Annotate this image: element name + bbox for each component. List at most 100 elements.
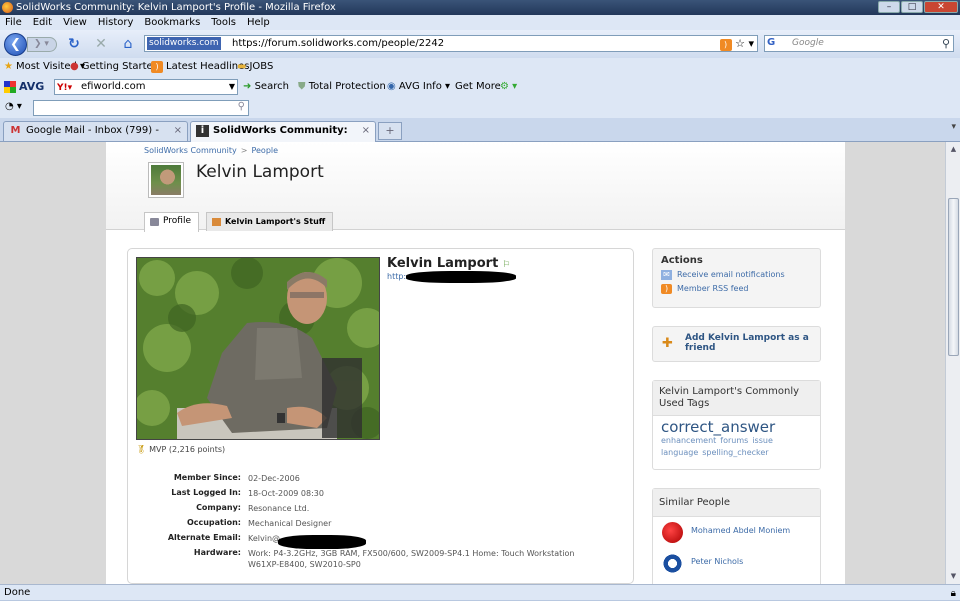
bookmark-jobs[interactable]: ▬ JOBS — [237, 58, 273, 76]
window-titlebar: SolidWorks Community: Kelvin Lamport's P… — [0, 0, 960, 15]
status-icon: ⚐ — [502, 260, 511, 270]
stop-icon[interactable]: ✕ — [93, 36, 109, 52]
arrow-icon: ➜ — [243, 81, 252, 92]
avatar — [148, 162, 184, 198]
tag-link[interactable]: forums — [720, 436, 748, 445]
medal-icon: 🏅︎ — [136, 445, 147, 454]
close-button[interactable]: ✕ — [924, 1, 958, 13]
scroll-down-icon[interactable]: ▼ — [947, 570, 960, 583]
menu-tools[interactable]: Tools — [211, 17, 236, 28]
new-tab-button[interactable]: + — [378, 122, 402, 140]
avg-logo-icon — [4, 81, 16, 93]
yahoo-icon: Y!▾ — [57, 83, 73, 93]
menu-bookmarks[interactable]: Bookmarks — [144, 17, 200, 28]
bookmark-latest-headlines[interactable]: ) Latest Headlines — [151, 58, 250, 76]
profile-header: SolidWorks Community > People Kelvin Lampo… — [106, 142, 845, 232]
list-item[interactable]: Peter Nichols — [653, 548, 820, 579]
tag-link[interactable]: issue — [752, 436, 773, 445]
tag-link[interactable]: correct_answer — [661, 420, 812, 435]
breadcrumb-people[interactable]: People — [251, 146, 278, 155]
search-placeholder: Google — [792, 38, 824, 48]
bookmark-star-icon[interactable]: ☆ — [735, 37, 745, 50]
member-rss-link[interactable]: ) Member RSS feed — [653, 282, 820, 296]
reload-icon[interactable]: ↻ — [66, 36, 82, 52]
menu-file[interactable]: File — [5, 17, 22, 28]
back-button[interactable]: ❮ — [4, 33, 27, 56]
url-bar[interactable]: solidworks.com https://forum.solidworks.… — [144, 35, 758, 52]
email-notifications-link[interactable]: ✉ Receive email notifications — [653, 268, 820, 282]
avg-search-button[interactable]: ➜ Search — [243, 76, 289, 98]
avg-info-menu[interactable]: ◉ AVG Info ▾ — [387, 76, 450, 98]
site-identity-button[interactable]: solidworks.com — [147, 37, 222, 50]
detail-row: Occupation: Mechanical Designer — [186, 518, 332, 528]
scroll-up-icon[interactable]: ▲ — [947, 143, 960, 156]
avg-search-combo[interactable]: Y!▾ efiworld.com ▼ — [54, 79, 238, 95]
dropdown-arrow-icon[interactable]: ▾ — [748, 37, 754, 50]
close-tab-icon[interactable]: × — [174, 122, 182, 140]
tab-gmail[interactable]: M Google Mail - Inbox (799) - derekwe...… — [3, 121, 188, 154]
rss-icon: ) — [151, 61, 163, 73]
avg-combo-value[interactable]: efiworld.com — [81, 81, 146, 92]
secondary-search-input[interactable]: ⚲ — [33, 100, 249, 116]
detail-row: Company: Resonance Ltd. — [196, 503, 310, 513]
menu-view[interactable]: View — [63, 17, 87, 28]
minimize-button[interactable]: – — [878, 1, 900, 13]
profile-details: Member Since: 02-Dec-2006 Last Logged In:… — [136, 473, 616, 578]
profile-url[interactable]: http: — [387, 272, 406, 281]
add-friend-link[interactable]: ✚ Add Kelvin Lamport as a friend — [653, 327, 820, 359]
avg-extra-icon[interactable]: ⚙ ▾ — [500, 76, 517, 98]
web-content: SolidWorks Community > People Kelvin Lampo… — [0, 142, 945, 584]
rss-icon: ) — [661, 284, 672, 294]
home-icon[interactable]: ⌂ — [120, 36, 136, 52]
menu-history[interactable]: History — [98, 17, 134, 28]
tab-profile[interactable]: Profile — [144, 212, 199, 232]
search-engine-icon[interactable]: G — [767, 37, 775, 48]
shield-icon: ⛊ — [298, 81, 306, 92]
info-icon: ◉ — [387, 81, 396, 92]
avg-total-protection[interactable]: ⛊ Total Protection — [298, 76, 386, 98]
tag-link[interactable]: language — [661, 448, 698, 457]
page-title: Kelvin Lamport — [196, 162, 324, 182]
avg-brand[interactable]: AVG — [19, 76, 44, 98]
vertical-scrollbar[interactable]: ▲ ▼ — [945, 142, 960, 584]
tab-solidworks[interactable]: i SolidWorks Community: Kelvin La... × — [190, 121, 376, 154]
forward-button[interactable]: ❯ ▾ — [27, 37, 57, 52]
firefox-icon: ● — [70, 61, 79, 72]
actions-box: Actions ✉ Receive email notifications ) Me… — [652, 248, 821, 308]
breadcrumb: SolidWorks Community > People — [144, 146, 279, 155]
toolbar-logo-icon[interactable]: ◔ ▾ — [5, 101, 22, 112]
chevron-down-icon[interactable]: ▼ — [229, 80, 235, 94]
avg-get-more[interactable]: Get More — [455, 76, 501, 98]
redaction-mark — [406, 271, 516, 283]
menu-edit[interactable]: Edit — [33, 17, 52, 28]
close-tab-icon[interactable]: × — [362, 122, 370, 140]
tag-link[interactable]: enhancement — [661, 436, 716, 445]
stuff-icon — [212, 218, 221, 226]
firefox-icon — [2, 2, 13, 13]
scroll-thumb[interactable] — [948, 198, 959, 356]
breadcrumb-community[interactable]: SolidWorks Community — [144, 146, 237, 155]
star-icon: ★ — [4, 61, 13, 72]
bookmark-getting-started[interactable]: ● Getting Started — [70, 58, 159, 76]
menu-help[interactable]: Help — [247, 17, 270, 28]
search-icon[interactable]: ⚲ — [942, 37, 950, 50]
tab-stuff[interactable]: Kelvin Lamport's Stuff — [206, 212, 334, 231]
profile-page: SolidWorks Community > People Kelvin Lampo… — [106, 142, 845, 584]
mail-icon: ✉ — [661, 270, 672, 280]
mvp-badge: 🏅︎ MVP (2,216 points) — [136, 445, 226, 454]
url-text[interactable]: https://forum.solidworks.com/people/2242 — [232, 37, 444, 50]
tab-list-icon[interactable]: ▾ — [951, 122, 956, 132]
secondary-search-toolbar: ◔ ▾ ⚲ — [0, 98, 960, 118]
folder-icon: ▬ — [237, 61, 247, 72]
rss-icon[interactable]: ) — [719, 39, 732, 51]
status-text: Done — [4, 587, 31, 598]
search-bar[interactable]: G Google ⚲ — [764, 35, 954, 52]
tag-link[interactable]: spelling_checker — [702, 448, 768, 457]
lock-icon[interactable]: 🔒︎ — [951, 586, 956, 601]
avg-toolbar: AVG Y!▾ efiworld.com ▼ ➜ Search ⛊ Total … — [0, 76, 960, 98]
redaction-mark — [278, 535, 366, 549]
list-item[interactable]: Mohamed Abdel Moniem — [653, 517, 820, 548]
maximize-button[interactable]: □ — [901, 1, 923, 13]
similar-people-box: Similar People Mohamed Abdel Moniem Pete… — [652, 488, 821, 584]
search-icon[interactable]: ⚲ — [238, 101, 245, 112]
